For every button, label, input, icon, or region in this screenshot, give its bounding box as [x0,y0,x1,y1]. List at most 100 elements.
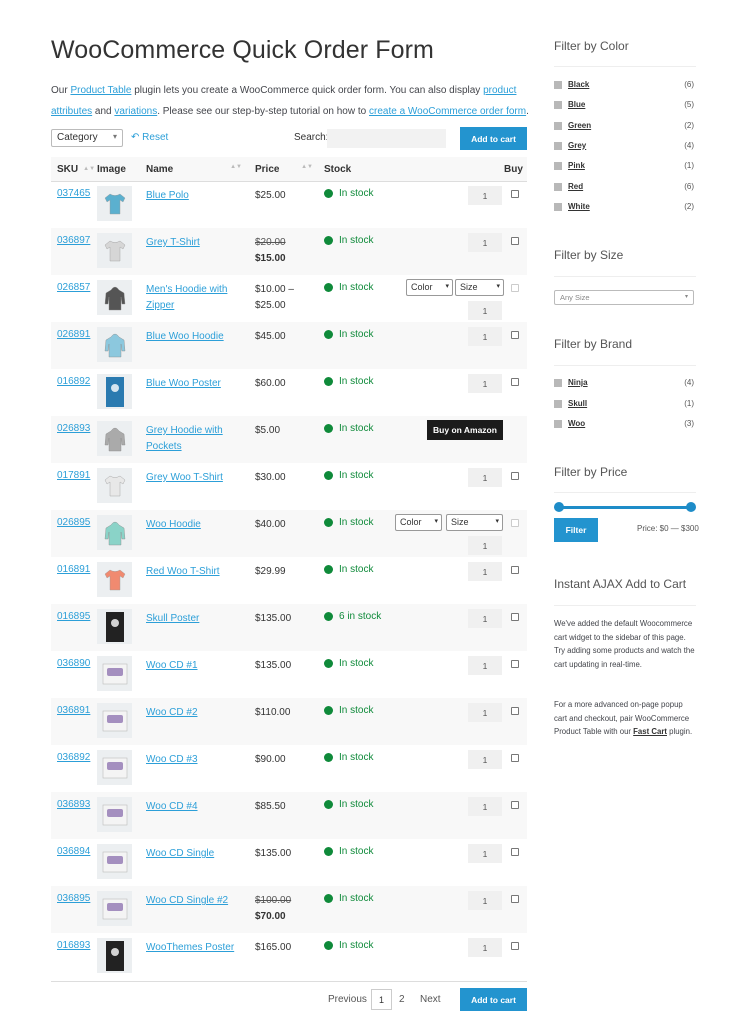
product-name-link[interactable]: Blue Woo Poster [146,376,236,392]
product-name-link[interactable]: Grey T-Shirt [146,235,236,251]
fast-cart-link[interactable]: Fast Cart [633,727,667,736]
product-name-link[interactable]: Blue Woo Hoodie [146,329,236,345]
filter-item[interactable]: Ninja (4) [554,378,694,388]
buy-checkbox[interactable] [511,613,519,621]
product-image[interactable] [97,233,132,268]
pagination-page-2[interactable]: 2 [399,994,405,1005]
product-name-link[interactable]: Woo CD #3 [146,752,236,768]
product-name-link[interactable]: Woo CD #2 [146,705,236,721]
quantity-input[interactable]: 1 [468,891,502,910]
filter-item-label[interactable]: Red [568,182,583,191]
pagination-next[interactable]: Next [420,994,441,1005]
buy-checkbox[interactable] [511,190,519,198]
quantity-input[interactable]: 1 [468,536,502,555]
filter-item[interactable]: Blue (5) [554,100,694,110]
buy-checkbox[interactable] [511,237,519,245]
product-name-link[interactable]: Woo CD Single [146,846,236,862]
filter-item[interactable]: Woo (3) [554,419,694,429]
filter-item[interactable]: White (2) [554,202,694,212]
buy-checkbox[interactable] [511,801,519,809]
filter-button[interactable]: Filter [554,518,598,542]
size-select[interactable]: Any Size ▾ [554,290,694,305]
product-image[interactable] [97,515,132,550]
sku-link[interactable]: 026893 [57,423,90,434]
product-image[interactable] [97,703,132,738]
product-name-link[interactable]: Woo Hoodie [146,517,236,533]
buy-checkbox[interactable] [511,378,519,386]
buy-checkbox[interactable] [511,660,519,668]
quantity-input[interactable]: 1 [468,374,502,393]
variations-link[interactable]: variations [114,106,157,117]
price-slider-min-handle[interactable] [554,502,564,512]
buy-on-amazon-button[interactable]: Buy on Amazon [427,420,503,440]
filter-item[interactable]: Red (6) [554,182,694,192]
filter-item-label[interactable]: Pink [568,161,585,170]
filter-item-label[interactable]: Black [568,80,589,89]
product-image[interactable] [97,327,132,362]
filter-item[interactable]: Pink (1) [554,161,694,171]
product-image[interactable] [97,280,132,315]
color-variation-select[interactable]: Color ▾ [406,279,453,296]
buy-checkbox[interactable] [511,895,519,903]
product-image[interactable] [97,374,132,409]
product-image[interactable] [97,797,132,832]
buy-checkbox[interactable] [511,472,519,480]
product-name-link[interactable]: Men's Hoodie with Zipper [146,282,236,314]
filter-item[interactable]: Skull (1) [554,399,694,409]
product-name-link[interactable]: Grey Hoodie with Pockets [146,423,236,455]
product-name-link[interactable]: Woo CD #1 [146,658,236,674]
color-variation-select[interactable]: Color ▾ [395,514,442,531]
pagination-previous[interactable]: Previous [328,994,367,1005]
quantity-input[interactable]: 1 [468,609,502,628]
quantity-input[interactable]: 1 [468,844,502,863]
sku-link[interactable]: 036893 [57,799,90,810]
category-select[interactable]: Category ▾ [51,129,123,147]
sku-link[interactable]: 016891 [57,564,90,575]
product-image[interactable] [97,562,132,597]
filter-item-label[interactable]: Skull [568,399,587,408]
price-slider-max-handle[interactable] [686,502,696,512]
product-name-link[interactable]: Red Woo T-Shirt [146,564,236,580]
product-image[interactable] [97,186,132,221]
add-to-cart-button-bottom[interactable]: Add to cart [460,988,527,1011]
size-variation-select[interactable]: Size ▾ [455,279,504,296]
product-image[interactable] [97,468,132,503]
pagination-page-1[interactable]: 1 [371,989,392,1010]
buy-checkbox[interactable] [511,331,519,339]
buy-checkbox[interactable] [511,942,519,950]
filter-item-label[interactable]: Grey [568,141,586,150]
quantity-input[interactable]: 1 [468,750,502,769]
sku-link[interactable]: 016892 [57,376,90,387]
product-name-link[interactable]: WooThemes Poster [146,940,236,956]
filter-item[interactable]: Green (2) [554,121,694,131]
sku-link[interactable]: 017891 [57,470,90,481]
size-variation-select[interactable]: Size ▾ [446,514,503,531]
quantity-input[interactable]: 1 [468,186,502,205]
filter-item[interactable]: Black (6) [554,80,694,90]
quantity-input[interactable]: 1 [468,301,502,320]
product-image[interactable] [97,844,132,879]
quantity-input[interactable]: 1 [468,703,502,722]
quantity-input[interactable]: 1 [468,656,502,675]
product-name-link[interactable]: Woo CD Single #2 [146,893,236,909]
sku-link[interactable]: 016893 [57,940,90,951]
header-sku[interactable]: SKU ▲▼ [57,164,95,175]
sku-link[interactable]: 026891 [57,329,90,340]
buy-checkbox[interactable] [511,566,519,574]
filter-item[interactable]: Grey (4) [554,141,694,151]
product-name-link[interactable]: Skull Poster [146,611,236,627]
add-to-cart-button-top[interactable]: Add to cart [460,127,527,150]
sku-link[interactable]: 036895 [57,893,90,904]
quantity-input[interactable]: 1 [468,327,502,346]
product-image[interactable] [97,750,132,785]
sku-link[interactable]: 036897 [57,235,90,246]
sku-link[interactable]: 036892 [57,752,90,763]
search-input[interactable] [327,129,446,148]
product-name-link[interactable]: Grey Woo T-Shirt [146,470,236,486]
sku-link[interactable]: 026857 [57,282,90,293]
quantity-input[interactable]: 1 [468,797,502,816]
buy-checkbox[interactable] [511,284,519,292]
order-form-tutorial-link[interactable]: create a WooCommerce order form [369,106,526,117]
filter-item-label[interactable]: Green [568,121,591,130]
product-image[interactable] [97,938,132,973]
